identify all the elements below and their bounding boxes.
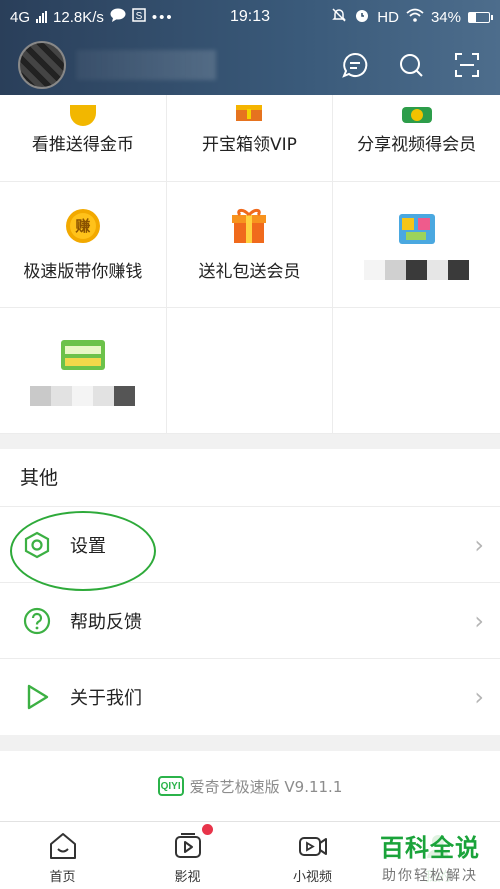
tab-home[interactable]: 首页 [0,822,125,889]
feature-grid: 看推送得金币 开宝箱领VIP 分享视频得会员 赚 极速版带你赚钱 送礼包送会员 [0,95,500,434]
tab-label: 小视频 [292,870,332,885]
wifi-icon [406,8,424,26]
play-icon [22,682,52,712]
feature-blurred-2[interactable] [0,308,167,433]
signal-icon [36,11,48,23]
iqiyi-logo-icon: QIYI [157,776,184,796]
new-user-badge-icon [53,336,113,374]
network-speed: 12.8K/s [53,8,104,26]
help-icon [22,606,52,636]
feature-gift-member[interactable]: 送礼包送会员 [167,182,334,307]
feature-blurred-1[interactable] [333,182,500,307]
avatar[interactable] [18,40,66,89]
settings-icon [22,530,52,560]
event-20-icon [398,210,436,248]
battery-percent: 34% [430,8,461,26]
more-dots-icon: ••• [151,8,174,26]
tab-label: 影视 [174,870,201,885]
others-section: 其他 设置 › 帮助反馈 › 关于我们 › [0,449,500,735]
mute-bell-icon [331,7,347,27]
about-us-label: 关于我们 [70,688,142,709]
blurred-label [30,385,136,406]
feature-treasure-vip[interactable]: 开宝箱领VIP [167,95,334,181]
battery-icon [468,11,493,23]
tab-short-video[interactable]: 小视频 [250,822,375,889]
feature-push-coins[interactable]: 看推送得金币 [0,95,167,181]
message-icon[interactable] [340,50,370,80]
username-blurred [76,49,216,80]
notification-dot [202,824,213,835]
home-icon [47,830,79,862]
header: 4G 12.8K/s S ••• 19:13 HD 34% [0,0,500,95]
tab-label: 首页 [49,870,76,885]
about-us-item[interactable]: 关于我们 › [0,659,500,735]
settings-label: 设置 [70,535,106,557]
settings-item[interactable]: 设置 › [0,507,500,591]
network-label: 4G [10,8,31,26]
gift-box-icon [230,207,268,245]
chevron-right-icon: › [474,606,484,635]
blurred-label [364,259,470,280]
watermark: 百科全说 助你轻松解决 [374,826,486,887]
svg-text:S: S [136,11,143,22]
feature-share-member[interactable]: 分享视频得会员 [333,95,500,181]
others-title: 其他 [0,449,500,507]
screen: 4G 12.8K/s S ••• 19:13 HD 34% 看推送得金币 开宝箱… [0,0,500,889]
feature-earn-money[interactable]: 赚 极速版带你赚钱 [0,182,167,307]
hd-label: HD [377,8,399,26]
feature-label: 极速版带你赚钱 [23,262,143,282]
earn-badge-text: 赚 [75,217,91,235]
alarm-icon [354,7,370,27]
chevron-right-icon: › [474,683,484,711]
feature-empty-2 [333,308,500,433]
feature-label: 送礼包送会员 [198,262,301,282]
chat-bubble-icon [110,8,126,26]
treasure-chest-icon [230,105,268,143]
feature-empty-1 [167,308,334,433]
watermark-title: 百科全说 [380,834,480,862]
search-icon[interactable] [396,50,426,80]
version-text: 爱奇艺极速版 V9.11.1 [189,777,343,796]
share-gift-icon [398,105,436,143]
watermark-subtitle: 助你轻松解决 [382,868,478,884]
camera-icon [297,830,329,862]
version-footer: QIYI 爱奇艺极速版 V9.11.1 [0,751,500,821]
coin-icon [64,105,102,143]
status-bar: 4G 12.8K/s S ••• 19:13 HD 34% [0,0,500,34]
help-feedback-label: 帮助反馈 [70,611,142,633]
earn-coin-icon: 赚 [64,207,102,245]
scan-icon[interactable] [452,50,482,80]
chevron-right-icon: › [474,530,484,559]
tab-movies[interactable]: 影视 [125,822,250,889]
help-feedback-item[interactable]: 帮助反馈 › [0,583,500,659]
video-play-icon [172,830,204,862]
clock: 19:13 [229,8,271,25]
s-app-icon: S [132,8,146,26]
